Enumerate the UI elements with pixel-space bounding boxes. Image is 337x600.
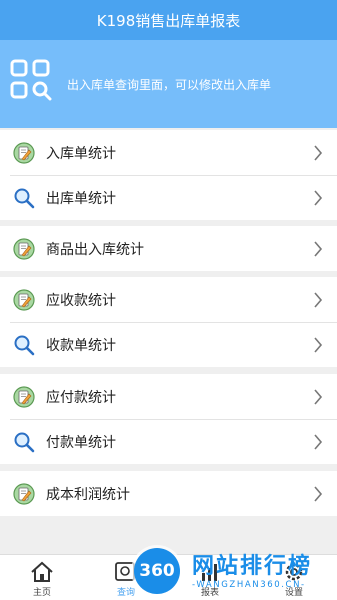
menu-item-label: 应收款统计 [46,293,116,309]
menu-item-receipt-stats[interactable]: 收款单统计 [0,322,337,367]
menu-item-label: 出库单统计 [46,191,116,207]
search-icon [14,432,35,453]
menu-item-label: 付款单统计 [46,435,116,451]
chevron-right-icon [314,434,323,450]
banner-text: 出入库单查询里面，可以修改出入库单 [67,78,272,92]
page-title: K198销售出库单报表 [96,11,241,30]
chevron-right-icon [314,337,323,353]
chevron-right-icon [314,292,323,308]
watermark-subtitle: -WANGZHAN360.CN- [192,580,306,590]
chevron-right-icon [314,190,323,206]
grid-search-icon [10,59,52,101]
chevron-right-icon [314,389,323,405]
menu-group-payables: 应付款统计 付款单统计 [0,374,337,464]
edit-note-icon [13,483,35,505]
edit-note-icon [13,238,35,260]
menu-group-profit: 成本利润统计 [0,471,337,516]
menu-item-label: 应付款统计 [46,390,116,406]
menu-item-receivable-stats[interactable]: 应收款统计 [0,277,337,322]
menu-item-goods-inout-stats[interactable]: 商品出入库统计 [0,226,337,271]
menu-group-inventory: 入库单统计 出库单统计 [0,130,337,220]
menu-item-label: 收款单统计 [46,338,116,354]
menu-item-payable-stats[interactable]: 应付款统计 [0,374,337,419]
tab-home[interactable]: 主页 [0,555,84,600]
menu-item-label: 入库单统计 [46,146,116,162]
info-banner: 出入库单查询里面，可以修改出入库单 [0,40,337,128]
menu-group-receivables: 应收款统计 收款单统计 [0,277,337,367]
menu-item-label: 商品出入库统计 [46,242,144,258]
chevron-right-icon [314,241,323,257]
tab-label: 主页 [32,588,51,598]
watermark-badge: 360 [134,548,180,594]
edit-note-icon [13,289,35,311]
edit-note-icon [13,386,35,408]
menu-item-payment-stats[interactable]: 付款单统计 [0,419,337,464]
watermark-logo: 360 网站排行榜 -WANGZHAN360.CN- [112,542,337,600]
home-icon [31,561,53,582]
chevron-right-icon [314,145,323,161]
menu-item-outbound-stats[interactable]: 出库单统计 [0,175,337,220]
title-bar: K198销售出库单报表 [0,0,337,40]
chevron-right-icon [314,486,323,502]
menu-item-label: 成本利润统计 [46,487,130,503]
menu-item-cost-profit-stats[interactable]: 成本利润统计 [0,471,337,516]
menu-group-goods: 商品出入库统计 [0,226,337,271]
menu-item-inbound-stats[interactable]: 入库单统计 [0,130,337,175]
watermark-title: 网站排行榜 [192,554,313,579]
search-icon [14,335,35,356]
search-icon [14,188,35,209]
edit-note-icon [13,142,35,164]
